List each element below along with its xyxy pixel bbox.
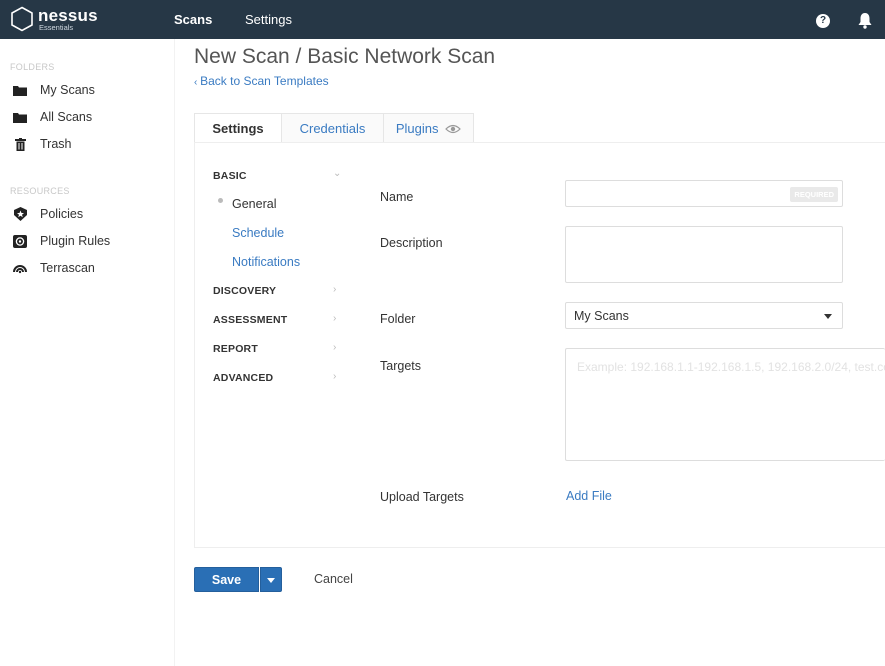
sidebar-item-terrascan[interactable]: Terrascan <box>12 261 95 275</box>
chevron-right-icon[interactable]: › <box>333 371 336 382</box>
sidebar-item-label: Plugin Rules <box>40 234 111 248</box>
sidebar-item-label: Terrascan <box>40 261 95 275</box>
chevron-down-icon[interactable]: ⌄ <box>333 168 341 179</box>
tab-plugins-label: Plugins <box>395 121 439 136</box>
caret-down-icon <box>267 578 275 583</box>
tab-credentials[interactable]: Credentials <box>282 113 384 143</box>
section-report[interactable]: REPORT <box>213 343 258 355</box>
bell-icon[interactable] <box>857 12 873 29</box>
required-badge: REQUIRED <box>790 187 838 202</box>
targets-textarea[interactable]: Example: 192.168.1.1-192.168.1.5, 192.16… <box>565 348 885 461</box>
folder-select-value: My Scans <box>574 309 629 323</box>
section-assessment[interactable]: ASSESSMENT <box>213 314 287 326</box>
terrascan-icon <box>12 261 28 275</box>
name-input[interactable]: REQUIRED <box>565 180 843 207</box>
help-icon[interactable]: ? <box>816 14 830 28</box>
caret-down-icon <box>824 314 832 319</box>
eye-icon <box>445 124 461 134</box>
section-item-notifications[interactable]: Notifications <box>232 255 300 269</box>
sidebar-item-policies[interactable]: Policies <box>12 207 83 221</box>
section-advanced[interactable]: ADVANCED <box>213 372 273 384</box>
page-title: New Scan / Basic Network Scan <box>194 45 496 68</box>
folders-header: FOLDERS <box>10 62 55 72</box>
plugin-rules-icon <box>12 234 28 248</box>
tab-settings[interactable]: Settings <box>194 113 282 143</box>
nav-settings[interactable]: Settings <box>245 12 292 27</box>
chevron-right-icon[interactable]: › <box>333 313 336 324</box>
targets-label: Targets <box>380 359 421 373</box>
sidebar-item-label: Policies <box>40 207 84 221</box>
tab-plugins[interactable]: Plugins <box>384 113 474 143</box>
folder-select[interactable]: My Scans <box>565 302 843 329</box>
folder-icon <box>12 83 28 97</box>
sidebar-item-label: Trash <box>40 137 72 151</box>
folder-icon <box>12 110 28 124</box>
targets-placeholder: Example: 192.168.1.1-192.168.1.5, 192.16… <box>577 360 885 374</box>
sidebar-item-label: All Scans <box>40 110 93 124</box>
back-link-label: Back to Scan Templates <box>200 74 329 88</box>
back-to-templates-link[interactable]: ‹ Back to Scan Templates <box>194 74 329 88</box>
description-label: Description <box>380 236 443 250</box>
section-basic[interactable]: BASIC <box>213 170 247 182</box>
logo-name: nessus <box>38 5 98 25</box>
resources-header: RESOURCES <box>10 186 70 196</box>
cancel-button[interactable]: Cancel <box>314 572 353 586</box>
top-navigation-bar: nessus Essentials Scans Settings ? <box>0 0 885 39</box>
folder-label: Folder <box>380 312 416 326</box>
section-discovery[interactable]: DISCOVERY <box>213 285 276 297</box>
save-dropdown-button[interactable] <box>260 567 282 592</box>
upload-targets-label: Upload Targets <box>380 490 464 504</box>
active-bullet-icon <box>218 198 223 203</box>
add-file-link[interactable]: Add File <box>566 489 612 503</box>
section-item-schedule[interactable]: Schedule <box>232 226 284 240</box>
sidebar-item-all-scans[interactable]: All Scans <box>12 110 92 124</box>
hexagon-logo-icon <box>11 6 33 32</box>
name-label: Name <box>380 190 414 204</box>
nav-scans[interactable]: Scans <box>174 12 212 27</box>
chevron-right-icon[interactable]: › <box>333 284 336 295</box>
sidebar <box>0 39 175 666</box>
sidebar-item-my-scans[interactable]: My Scans <box>12 83 95 97</box>
trash-icon <box>12 137 28 151</box>
sidebar-item-trash[interactable]: Trash <box>12 137 72 151</box>
save-button[interactable]: Save <box>194 567 259 592</box>
sidebar-item-label: My Scans <box>40 83 95 97</box>
chevron-right-icon[interactable]: › <box>333 342 336 353</box>
shield-icon <box>12 207 28 221</box>
sidebar-item-plugin-rules[interactable]: Plugin Rules <box>12 234 110 248</box>
scan-tabs: Settings Credentials Plugins <box>194 113 474 143</box>
description-textarea[interactable] <box>565 226 843 283</box>
section-item-general[interactable]: General <box>232 197 276 211</box>
logo-edition: Essentials <box>39 22 74 32</box>
nessus-logo[interactable]: nessus Essentials <box>9 6 98 32</box>
